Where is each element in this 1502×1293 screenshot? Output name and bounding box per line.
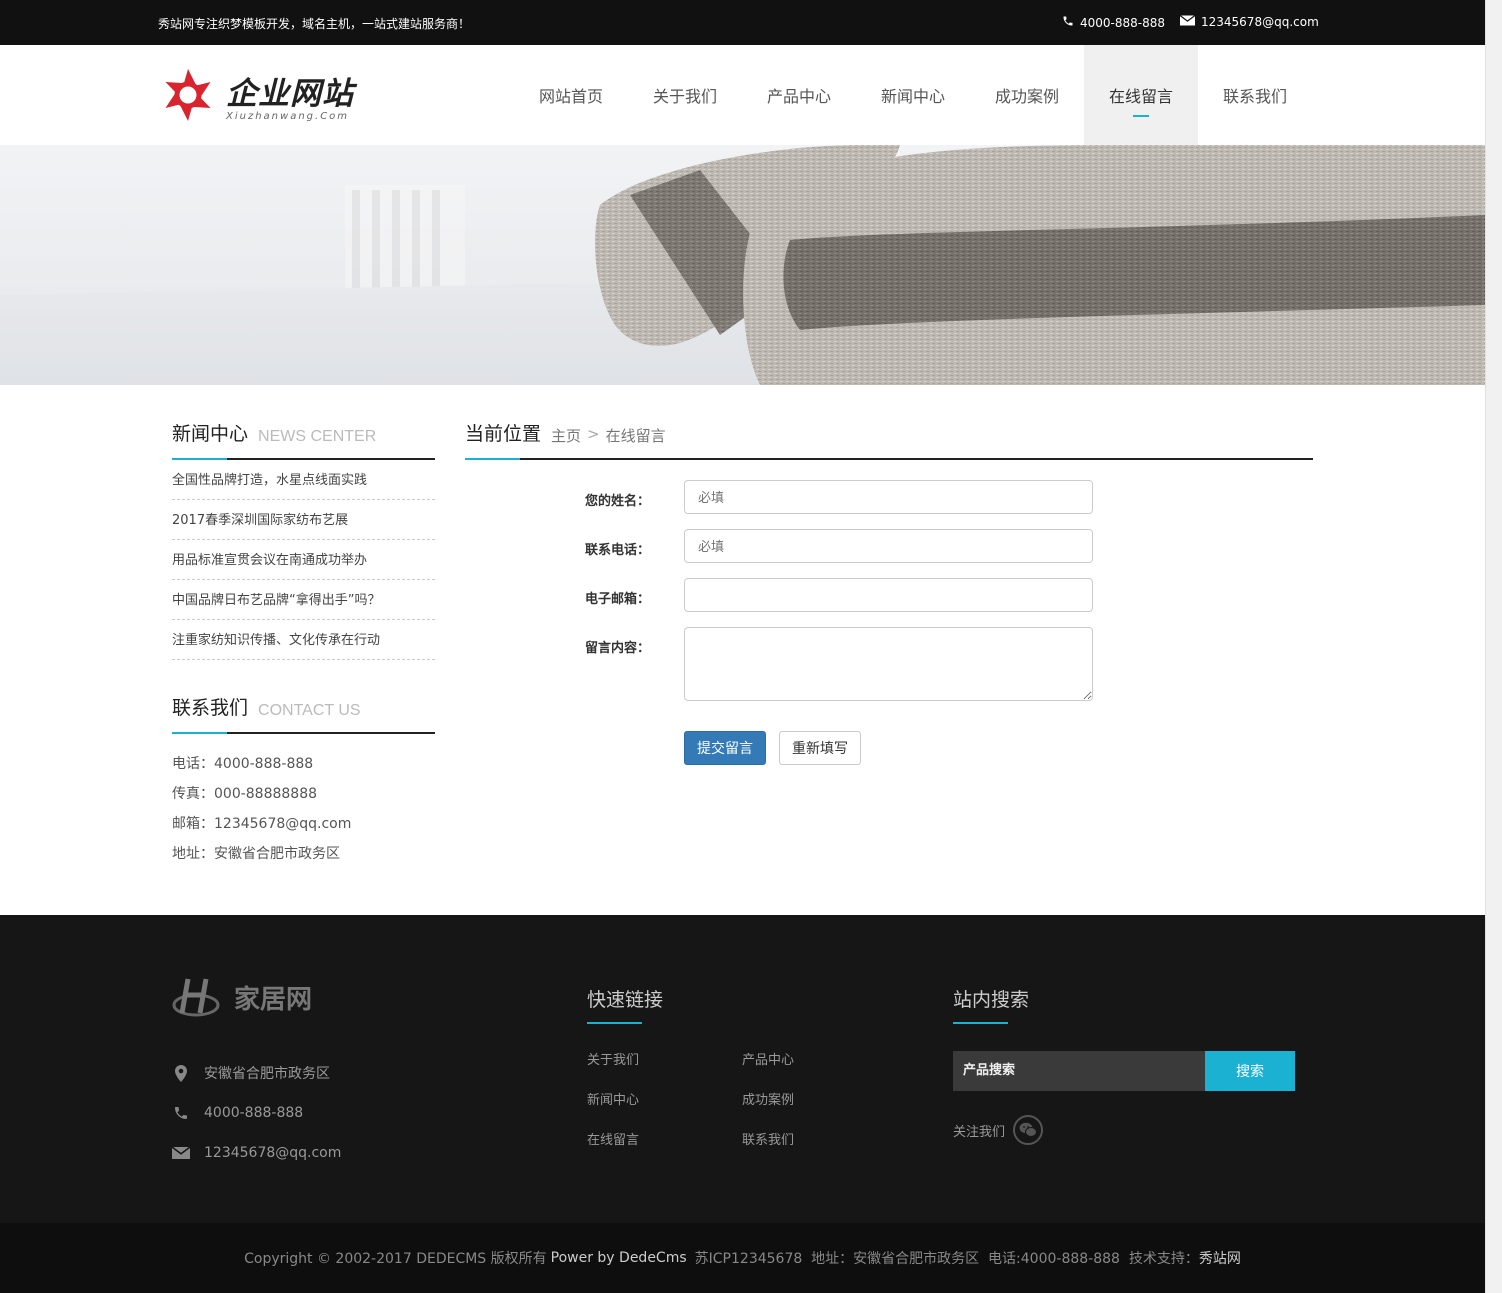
- banner-image: [0, 145, 1485, 385]
- contact-title-en: CONTACT US: [258, 702, 361, 719]
- footer-address-line: 安徽省合肥市政务区: [172, 1053, 341, 1093]
- top-phone: 4000-888-888: [1062, 15, 1165, 30]
- footer-address: 安徽省合肥市政务区: [204, 1066, 330, 1082]
- breadcrumb-path: 主页 > 在线留言: [551, 425, 666, 446]
- footer-logo-icon: [172, 978, 220, 1017]
- phone-input[interactable]: [684, 529, 1093, 563]
- news-item[interactable]: 中国品牌日布艺品牌“拿得出手”吗？: [172, 580, 435, 620]
- footer-phone-line: 4000-888-888: [172, 1093, 341, 1133]
- contact-phone: 电话：4000-888-888: [172, 756, 314, 772]
- top-email: 12345678@qq.com: [1179, 15, 1319, 29]
- copyright-info: 苏ICP12345678 地址：安徽省合肥市政务区 电话:4000-888-88…: [694, 1251, 1199, 1267]
- footer: 家居网 安徽省合肥市政务区 4000-888-888 12345678@qq.c…: [0, 915, 1485, 1223]
- news-title-en: NEWS CENTER: [258, 428, 377, 445]
- location-title: 当前位置: [465, 423, 542, 445]
- footer-email-line: 12345678@qq.com: [172, 1133, 341, 1173]
- name-input[interactable]: [684, 480, 1093, 514]
- wechat-icon[interactable]: [1013, 1115, 1044, 1145]
- nav-item-news[interactable]: 新闻中心: [856, 45, 970, 145]
- nav-item-products[interactable]: 产品中心: [742, 45, 856, 145]
- contact-email: 邮箱：12345678@qq.com: [172, 816, 352, 832]
- site-search: 产品搜索 搜索: [953, 1051, 1295, 1091]
- nav-item-message[interactable]: 在线留言: [1084, 45, 1198, 145]
- news-item[interactable]: 全国性品牌打造，水星点线面实践: [172, 460, 435, 500]
- top-email-text[interactable]: 12345678@qq.com: [1201, 15, 1319, 29]
- news-title-cn: 新闻中心: [172, 423, 249, 445]
- quicklinks: 关于我们 产品中心 新闻中心 成功案例 在线留言 联系我们: [587, 1051, 887, 1171]
- nav-item-about[interactable]: 关于我们: [628, 45, 742, 145]
- header: 企业网站 Xiuzhanwang.Com 网站首页 关于我们 产品中心 新闻中心…: [0, 45, 1485, 145]
- location-pin-icon: [172, 1064, 190, 1082]
- copyright-text: Copyright © 2002-2017 DEDECMS 版权所有: [244, 1251, 547, 1267]
- search-title: 站内搜索: [953, 985, 1029, 1024]
- news-item[interactable]: 用品标准宣贯会议在南通成功举办: [172, 540, 435, 580]
- footer-phone: 4000-888-888: [204, 1105, 304, 1121]
- contact-title-cn: 联系我们: [172, 697, 249, 719]
- phone-label: 联系电话：: [585, 543, 651, 558]
- footer-brand: 家居网: [234, 984, 313, 1015]
- search-input[interactable]: 产品搜索: [953, 1051, 1205, 1091]
- top-slogan: 秀站网专注织梦模板开发，域名主机，一站式建站服务商！: [158, 17, 471, 31]
- news-box-title: 新闻中心 NEWS CENTER: [172, 385, 435, 460]
- power-by-link[interactable]: Power by DedeCms: [551, 1250, 687, 1266]
- email-label: 电子邮箱：: [585, 592, 651, 607]
- sidebar: 新闻中心 NEWS CENTER 全国性品牌打造，水星点线面实践 2017春季深…: [172, 385, 435, 874]
- submit-button[interactable]: 提交留言: [684, 731, 766, 765]
- breadcrumb-separator: >: [587, 425, 600, 443]
- name-label: 您的姓名：: [585, 494, 651, 509]
- footer-link-news[interactable]: 新闻中心: [587, 1091, 742, 1131]
- logo-title: 企业网站: [226, 76, 354, 112]
- logo-subtitle: Xiuzhanwang.Com: [226, 111, 350, 122]
- footer-link-cases[interactable]: 成功案例: [742, 1091, 887, 1131]
- page: 秀站网专注织梦模板开发，域名主机，一站式建站服务商！ 4000-888-888 …: [0, 0, 1485, 1293]
- contact-box-title: 联系我们 CONTACT US: [172, 660, 435, 734]
- phone-icon: [172, 1105, 190, 1121]
- top-phone-text: 4000-888-888: [1080, 15, 1166, 30]
- footer-email[interactable]: 12345678@qq.com: [204, 1145, 341, 1161]
- nav-item-cases[interactable]: 成功案例: [970, 45, 1084, 145]
- reset-button[interactable]: 重新填写: [779, 731, 861, 765]
- breadcrumb: 当前位置 主页 > 在线留言: [465, 385, 1313, 460]
- nav-item-contact[interactable]: 联系我们: [1198, 45, 1312, 145]
- top-bar: 秀站网专注织梦模板开发，域名主机，一站式建站服务商！ 4000-888-888 …: [0, 0, 1485, 45]
- follow-label: 关注我们: [953, 1124, 1006, 1140]
- message-content: 当前位置 主页 > 在线留言 您的姓名： 联系电话： 电子邮箱：: [465, 385, 1313, 765]
- main-content: 新闻中心 NEWS CENTER 全国性品牌打造，水星点线面实践 2017春季深…: [0, 385, 1485, 915]
- contact-fax: 传真：000-88888888: [172, 786, 318, 802]
- banner-pillow-image: [0, 145, 1485, 385]
- footer-logo[interactable]: 家居网: [172, 975, 312, 1019]
- mail-icon: [1179, 15, 1196, 29]
- search-button[interactable]: 搜索: [1205, 1051, 1295, 1091]
- contact-list: 电话：4000-888-888 传真：000-88888888 邮箱：12345…: [172, 754, 435, 874]
- main-nav: 网站首页 关于我们 产品中心 新闻中心 成功案例 在线留言 联系我们: [514, 45, 1312, 145]
- nav-item-home[interactable]: 网站首页: [514, 45, 628, 145]
- email-input[interactable]: [684, 578, 1093, 612]
- news-list: 全国性品牌打造，水星点线面实践 2017春季深圳国际家纺布艺展 用品标准宣贯会议…: [172, 460, 435, 660]
- phone-icon: [1062, 15, 1074, 30]
- follow-us: 关注我们: [953, 1115, 1044, 1145]
- footer-link-about[interactable]: 关于我们: [587, 1051, 742, 1091]
- tech-support-link[interactable]: 秀站网: [1199, 1248, 1241, 1268]
- message-label: 留言内容：: [585, 641, 651, 656]
- mail-icon: [172, 1146, 190, 1160]
- footer-link-contact[interactable]: 联系我们: [742, 1131, 887, 1171]
- footer-contact: 安徽省合肥市政务区 4000-888-888 12345678@qq.com: [172, 1053, 341, 1173]
- page-scrollbar[interactable]: [1485, 0, 1502, 1293]
- site-logo[interactable]: 企业网站 Xiuzhanwang.Com: [160, 67, 354, 123]
- footer-link-message[interactable]: 在线留言: [587, 1131, 742, 1171]
- contact-address: 地址：安徽省合肥市政务区: [172, 846, 340, 862]
- message-textarea[interactable]: [684, 627, 1093, 701]
- logo-mark-icon: [165, 69, 211, 121]
- news-item[interactable]: 注重家纺知识传播、文化传承在行动: [172, 620, 435, 660]
- footer-link-products[interactable]: 产品中心: [742, 1051, 887, 1091]
- news-item[interactable]: 2017春季深圳国际家纺布艺展: [172, 500, 435, 540]
- breadcrumb-current[interactable]: 在线留言: [606, 425, 666, 446]
- breadcrumb-home[interactable]: 主页: [551, 425, 581, 446]
- copyright-bar: Copyright © 2002-2017 DEDECMS 版权所有 Power…: [0, 1223, 1485, 1293]
- quicklinks-title: 快速链接: [587, 985, 663, 1024]
